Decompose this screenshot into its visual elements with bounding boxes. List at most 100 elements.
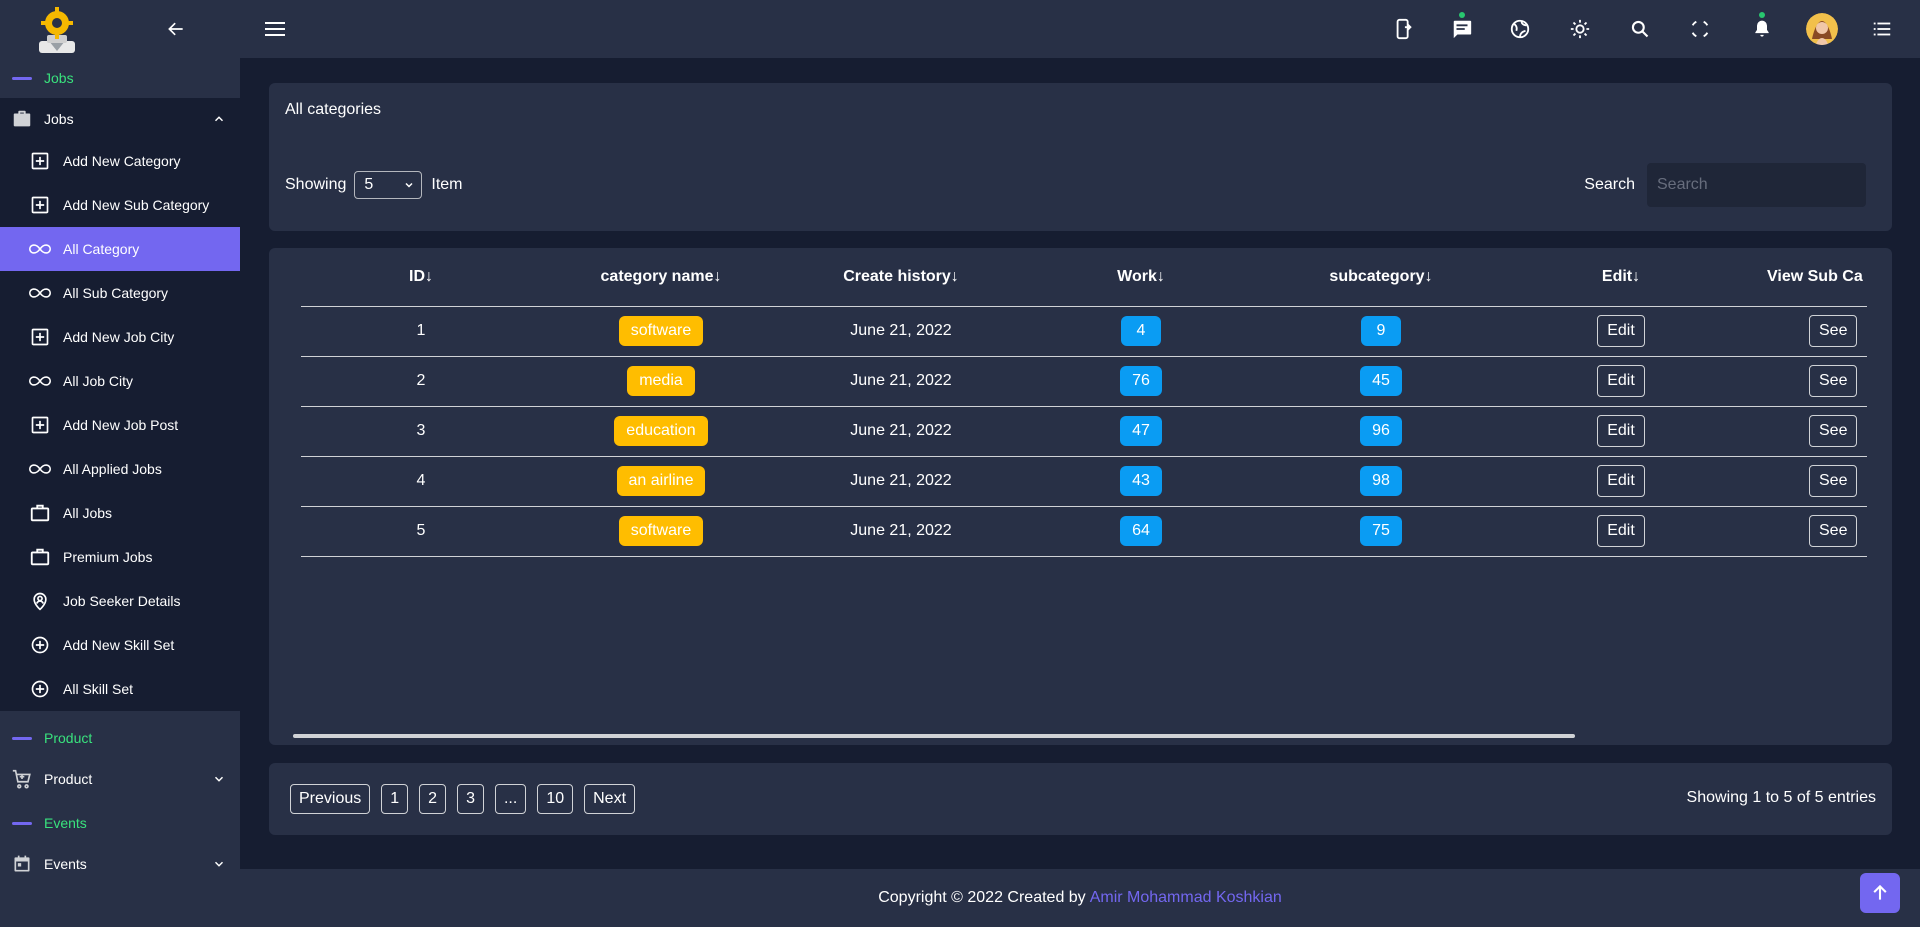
plus-square-icon [29,326,51,348]
table-row: 4 an airline June 21, 2022 43 98 Edit See [301,456,1867,507]
theme-toggle-button[interactable] [1566,15,1594,43]
header-work[interactable]: Work↓ [1021,248,1261,307]
plus-square-icon [29,150,51,172]
search-input[interactable] [1657,176,1864,194]
events-menu-toggle[interactable]: Events [0,843,240,884]
sidebar-item-add-new-sub-category[interactable]: Add New Sub Category [0,183,240,227]
subcategory-count-badge: 98 [1360,466,1402,496]
filter-card: All categories Showing 5 Item Search [269,83,1892,231]
sidebar-item-premium-jobs[interactable]: Premium Jobs [0,535,240,579]
calendar-icon [10,852,34,876]
horizontal-scrollbar[interactable] [293,734,1575,738]
jobs-menu-toggle[interactable]: Jobs [0,98,240,139]
plus-circle-icon [29,634,51,656]
category-badge: software [618,516,704,546]
search-button[interactable] [1626,15,1654,43]
sidebar-item-add-new-job-city[interactable]: Add New Job City [0,315,240,359]
cell-subcategory: 45 [1261,356,1501,407]
user-pin-icon [29,590,51,612]
header-view-sub-category[interactable]: View Sub Ca [1741,248,1867,307]
header-id[interactable]: ID↓ [301,248,541,307]
edit-button[interactable]: Edit [1597,415,1645,447]
sidebar-item-all-sub-category[interactable]: All Sub Category [0,271,240,315]
search-label: Search [1584,176,1635,193]
cell-view: See [1741,356,1867,407]
sidebar-item-all-category[interactable]: All Category [0,227,240,271]
next-page-button[interactable]: Next [584,784,636,814]
scroll-to-top-button[interactable] [1860,873,1900,913]
sidebar-item-label: Add New Job Post [63,417,179,433]
logo[interactable] [30,5,84,53]
user-avatar[interactable] [1806,13,1838,45]
cell-view: See [1741,406,1867,457]
sidebar-item-all-jobs[interactable]: All Jobs [0,491,240,535]
sidebar-item-add-new-skill-set[interactable]: Add New Skill Set [0,623,240,667]
subcategory-count-badge: 75 [1360,516,1402,546]
cell-id: 4 [301,456,541,507]
cell-id: 2 [301,356,541,407]
sidebar-item-all-applied-jobs[interactable]: All Applied Jobs [0,447,240,491]
sidebar: Jobs Jobs Add New Category Add New Sub Ca… [0,0,240,927]
see-sub-category-button[interactable]: See [1809,365,1858,397]
sidebar-item-all-skill-set[interactable]: All Skill Set [0,667,240,711]
see-sub-category-button[interactable]: See [1809,465,1858,497]
work-count-badge: 64 [1120,516,1162,546]
page-size-select[interactable]: 5 [354,171,423,199]
chat-icon [1453,20,1472,39]
see-sub-category-button[interactable]: See [1809,415,1858,447]
previous-page-button[interactable]: Previous [290,784,371,814]
cell-edit: Edit [1501,356,1741,407]
messages-button[interactable] [1448,12,1476,43]
table-header-row: ID↓ category name↓ Create history↓ Work↓… [301,248,1867,307]
author-link[interactable]: Amir Mohammad Koshkian [1090,889,1282,907]
notifications-button[interactable] [1748,12,1776,43]
pagination-info: Showing 1 to 5 of 5 entries [1686,789,1876,806]
collapse-sidebar-button[interactable] [162,15,190,43]
menu-button[interactable] [260,14,290,44]
edit-button[interactable]: Edit [1597,465,1645,497]
page-button[interactable]: 1 [381,784,409,814]
edit-button[interactable]: Edit [1597,515,1645,547]
cell-create-history: June 21, 2022 [781,456,1021,507]
cell-edit: Edit [1501,506,1741,557]
pagination: Previous 1 2 3... 10 Next [290,784,646,814]
cart-icon [10,767,34,791]
page-button[interactable]: ... [494,784,527,814]
sidebar-item-job-seeker-details[interactable]: Job Seeker Details [0,579,240,623]
header-subcategory[interactable]: subcategory↓ [1261,248,1501,307]
category-badge: software [618,316,704,346]
header-category-name[interactable]: category name↓ [541,248,781,307]
fullscreen-button[interactable] [1686,15,1714,43]
sidebar-item-add-new-job-post[interactable]: Add New Job Post [0,403,240,447]
cell-create-history: June 21, 2022 [781,406,1021,457]
sun-icon [1570,19,1590,39]
list-view-button[interactable] [1868,15,1896,43]
page-button[interactable]: 10 [537,784,574,814]
globe-icon [1510,19,1530,39]
see-sub-category-button[interactable]: See [1809,315,1858,347]
page-button[interactable]: 3 [457,784,484,814]
cell-edit: Edit [1501,456,1741,507]
page-button[interactable]: 2 [419,784,447,814]
sidebar-item-add-new-category[interactable]: Add New Category [0,139,240,183]
work-count-badge: 43 [1120,466,1162,496]
cell-create-history: June 21, 2022 [781,356,1021,407]
sidebar-item-label: Job Seeker Details [63,593,181,609]
categories-table: ID↓ category name↓ Create history↓ Work↓… [301,248,1867,557]
search-icon [1631,20,1649,38]
cell-work: 76 [1021,356,1261,407]
header-create-history[interactable]: Create history↓ [781,248,1021,307]
see-sub-category-button[interactable]: See [1809,515,1858,547]
subcategory-count-badge: 96 [1360,416,1402,446]
page-size-control: Showing 5 Item [285,171,463,199]
mobile-install-button[interactable] [1390,15,1418,43]
arrow-up-icon [1873,884,1887,900]
language-button[interactable] [1506,15,1534,43]
cell-category-name: an airline [541,456,781,507]
edit-button[interactable]: Edit [1597,365,1645,397]
topbar [240,0,1920,58]
sidebar-item-all-job-city[interactable]: All Job City [0,359,240,403]
product-menu-toggle[interactable]: Product [0,758,240,799]
header-edit[interactable]: Edit↓ [1501,248,1741,307]
edit-button[interactable]: Edit [1597,315,1645,347]
